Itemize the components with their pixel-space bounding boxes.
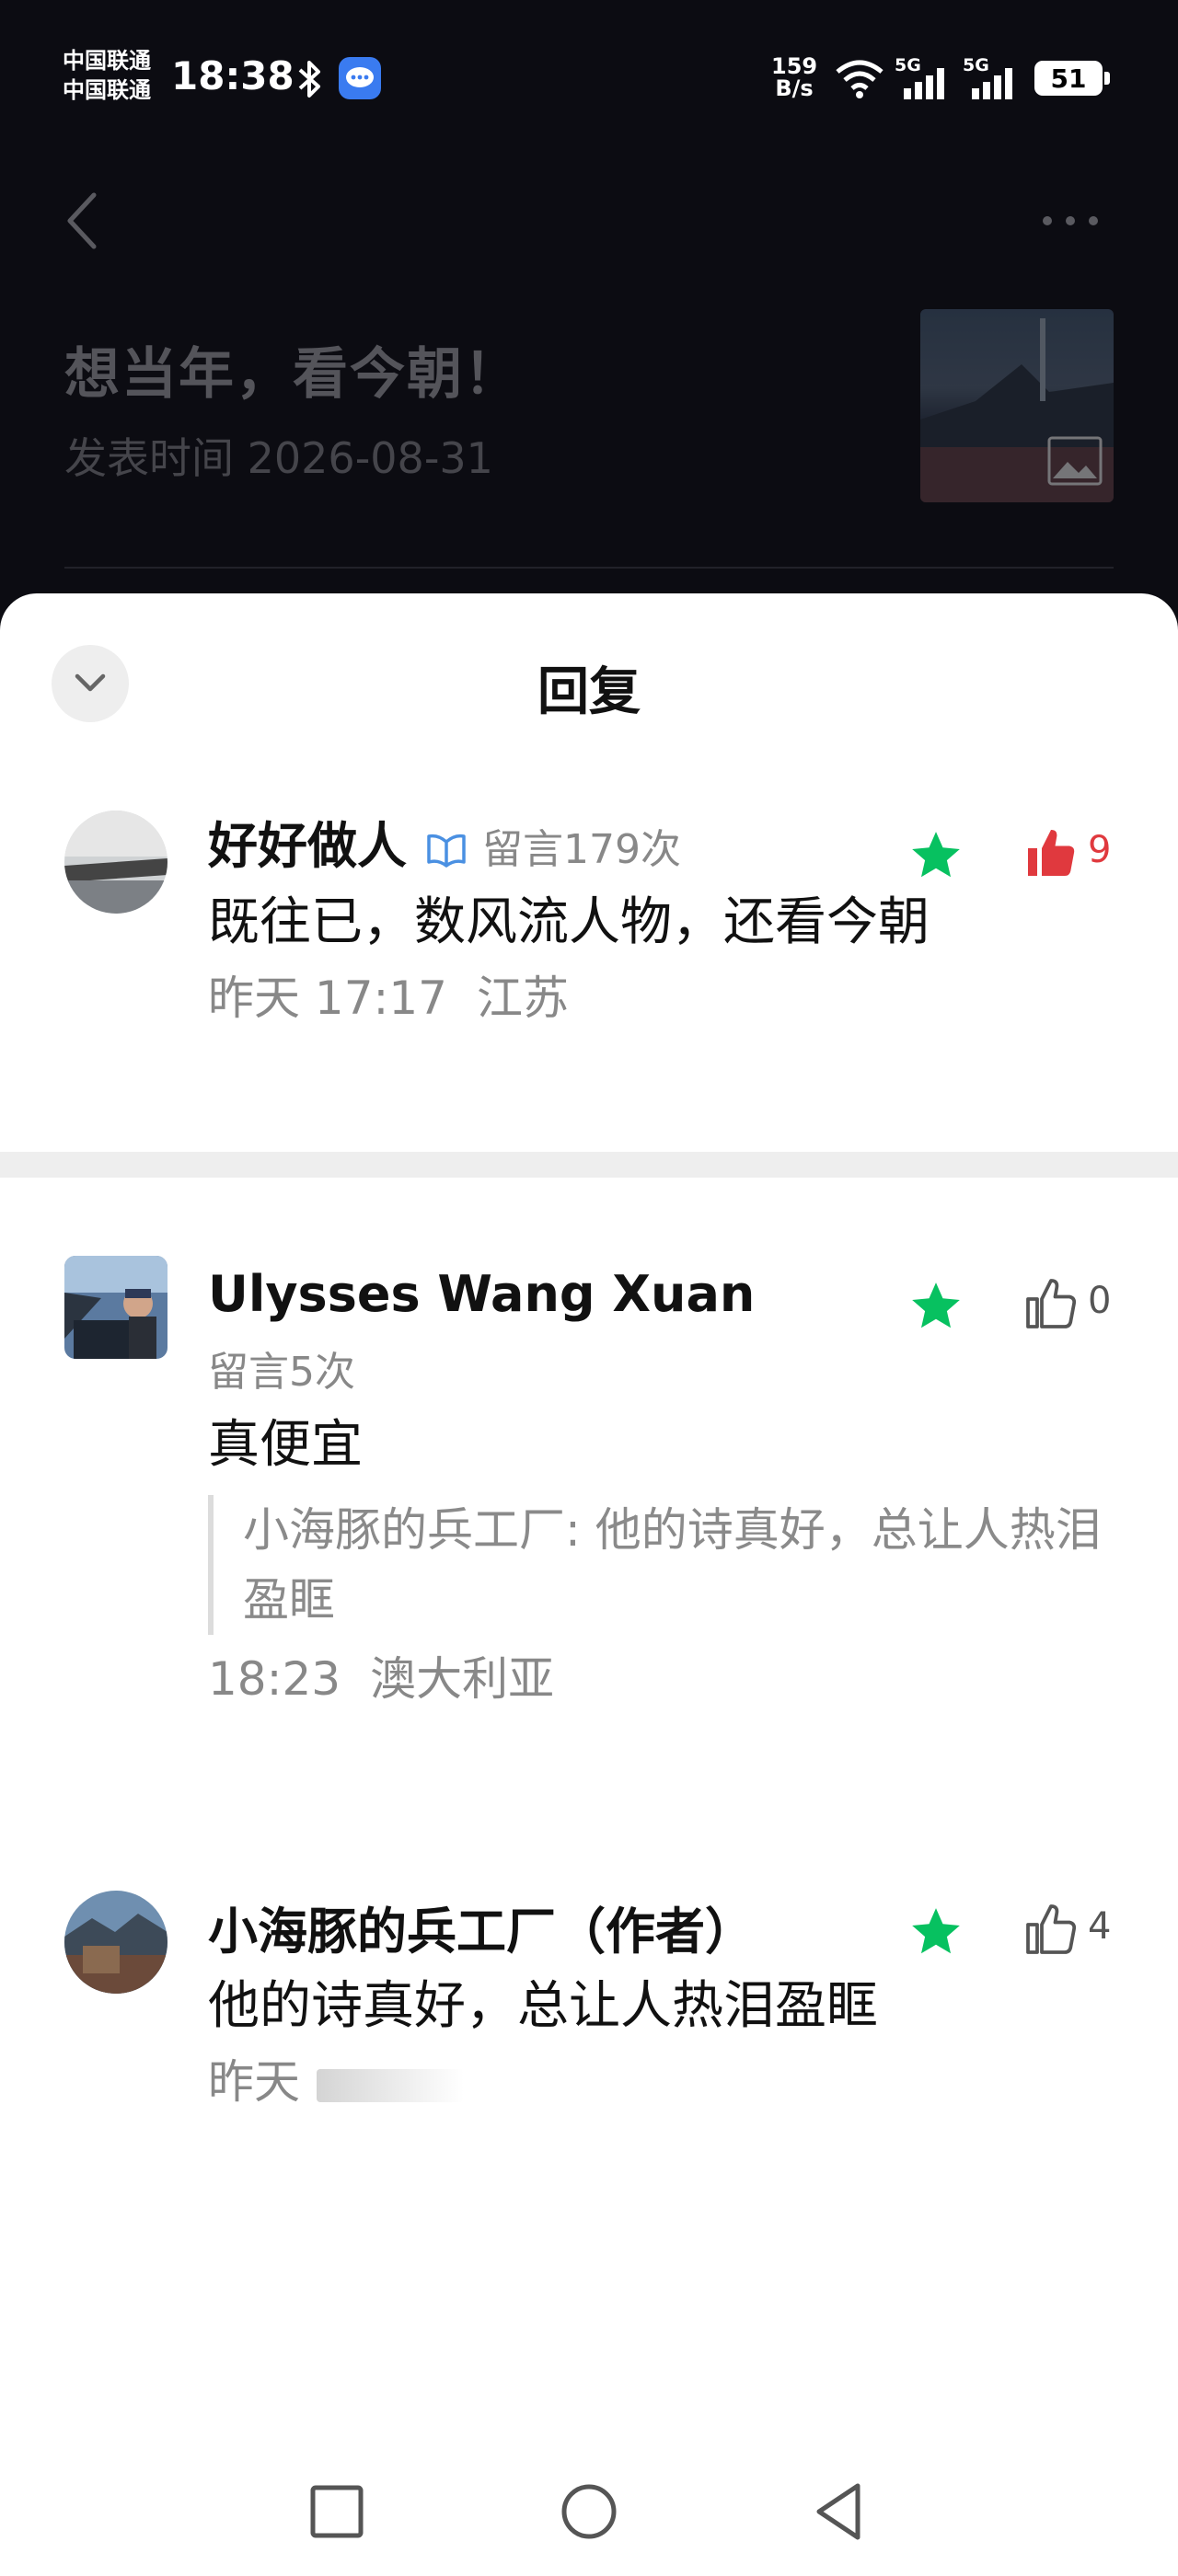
comment-footer: 昨天 17:17 江苏 <box>208 961 569 1028</box>
thumbs-up-icon[interactable] <box>1023 1902 1079 1957</box>
blurred-text <box>317 2068 464 2102</box>
carrier-1: 中国联通 <box>63 48 151 74</box>
comment-count-meta: 留言179次 <box>482 826 681 873</box>
comment-time: 昨天 17:17 <box>208 972 447 1025</box>
status-bar: 中国联通 中国联通 18:38 159 B/s 5G 5G 51 <box>0 0 1178 156</box>
comment-footer: 昨天 <box>208 2045 464 2111</box>
comment-text: 他的诗真好，总让人热泪盈眶 <box>208 1976 878 2036</box>
article-thumbnail[interactable] <box>920 309 1114 502</box>
net-speed: 159 B/s <box>771 55 817 99</box>
carrier-labels: 中国联通 中国联通 <box>63 46 151 105</box>
thumbs-up-icon[interactable] <box>1023 825 1079 880</box>
recent-apps-icon[interactable] <box>300 2475 374 2548</box>
comment-time: 昨天 <box>208 2055 300 2109</box>
comment-location: 江苏 <box>477 972 569 1025</box>
back-icon[interactable] <box>804 2475 878 2548</box>
comment-text: 真便宜 <box>208 1415 363 1475</box>
avatar[interactable] <box>64 1256 167 1359</box>
commenter-name[interactable]: 小海豚的兵工厂（作者） <box>208 1891 755 1963</box>
net-speed-value: 159 <box>771 53 818 79</box>
status-time: 18:38 <box>171 53 294 98</box>
home-icon[interactable] <box>552 2475 626 2548</box>
commenter-name-text: 好好做人 <box>208 817 407 875</box>
battery-icon: 51 <box>1034 61 1103 96</box>
divider <box>64 567 1114 569</box>
message-app-icon <box>339 57 381 99</box>
signal-icon <box>904 68 944 99</box>
commenter-name[interactable]: Ulysses Wang Xuan <box>208 1265 755 1323</box>
star-icon[interactable] <box>907 1278 964 1335</box>
star-icon[interactable] <box>907 1903 964 1961</box>
reply-sheet: 回复 好好做人 留言179次 9 既往已，数风流人物，还看今朝 昨天 17:17 江… <box>0 593 1178 2576</box>
signal-icon <box>972 68 1012 99</box>
avatar[interactable] <box>64 1891 167 1994</box>
article-title: 想当年，看今朝！ <box>64 342 521 407</box>
quoted-reply[interactable]: 小海豚的兵工厂: 他的诗真好，总让人热泪盈眶 <box>208 1495 1128 1635</box>
bluetooth-icon <box>298 61 320 98</box>
section-divider <box>0 1152 1178 1178</box>
star-icon[interactable] <box>907 827 964 884</box>
avatar[interactable] <box>64 811 167 914</box>
comment-footer: 18:23 澳大利亚 <box>208 1642 554 1708</box>
comment-location: 澳大利亚 <box>370 1652 555 1706</box>
book-badge-icon <box>427 834 466 868</box>
more-options-icon[interactable] <box>1038 202 1103 239</box>
like-count: 4 <box>1088 1905 1112 1948</box>
comment-time: 18:23 <box>208 1652 341 1706</box>
net-speed-unit: B/s <box>775 75 814 101</box>
article-publish-date: 发表时间 2026-08-31 <box>64 433 493 483</box>
thumbs-up-icon[interactable] <box>1023 1276 1079 1331</box>
wifi-icon <box>836 60 884 98</box>
comment-count-meta: 留言5次 <box>208 1349 355 1396</box>
comment-text: 既往已，数风流人物，还看今朝 <box>208 892 930 952</box>
back-arrow-icon[interactable] <box>57 184 112 258</box>
article-background: 中国联通 中国联通 18:38 159 B/s 5G 5G 51 想当年，看今朝… <box>0 0 1178 644</box>
battery-tip <box>1104 72 1110 85</box>
sheet-title: 回复 <box>537 662 641 722</box>
commenter-name[interactable]: 好好做人 留言179次 <box>208 805 681 878</box>
carrier-2: 中国联通 <box>63 77 151 103</box>
like-count: 9 <box>1088 829 1112 871</box>
system-navigation-bar <box>0 2447 1178 2576</box>
like-count: 0 <box>1088 1280 1112 1322</box>
